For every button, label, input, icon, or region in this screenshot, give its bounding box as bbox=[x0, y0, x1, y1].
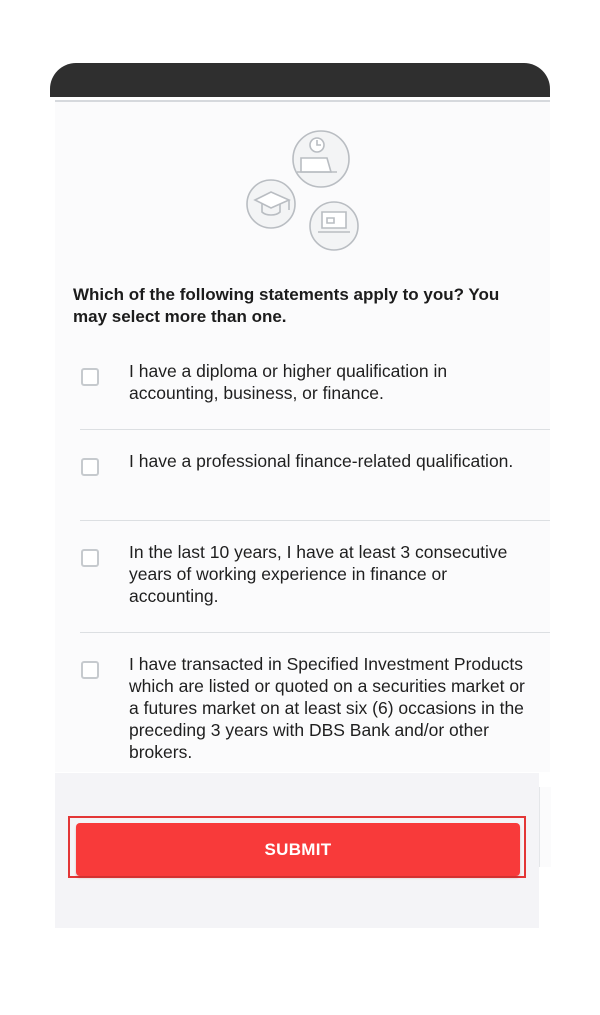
education-icon bbox=[246, 179, 296, 229]
option-divider bbox=[80, 520, 550, 521]
option-label[interactable]: In the last 10 years, I have at least 3 … bbox=[129, 541, 539, 607]
option-label[interactable]: I have transacted in Specified Investmen… bbox=[129, 653, 539, 763]
checkbox[interactable] bbox=[81, 458, 99, 476]
option-divider bbox=[80, 632, 550, 633]
investment-illustration bbox=[246, 130, 359, 251]
option-divider bbox=[80, 429, 550, 430]
checkbox[interactable] bbox=[81, 368, 99, 386]
option-label[interactable]: I have a diploma or higher qualification… bbox=[129, 360, 539, 404]
top-bar bbox=[50, 63, 550, 97]
question-text: Which of the following statements apply … bbox=[73, 285, 500, 326]
option-label[interactable]: I have a professional finance-related qu… bbox=[129, 450, 539, 472]
clock-laptop-icon bbox=[292, 130, 350, 188]
checkbox[interactable] bbox=[81, 549, 99, 567]
checkbox[interactable] bbox=[81, 661, 99, 679]
submit-button[interactable]: SUBMIT bbox=[76, 823, 520, 876]
footer-side-edge bbox=[539, 787, 551, 867]
laptop-icon bbox=[309, 201, 359, 251]
